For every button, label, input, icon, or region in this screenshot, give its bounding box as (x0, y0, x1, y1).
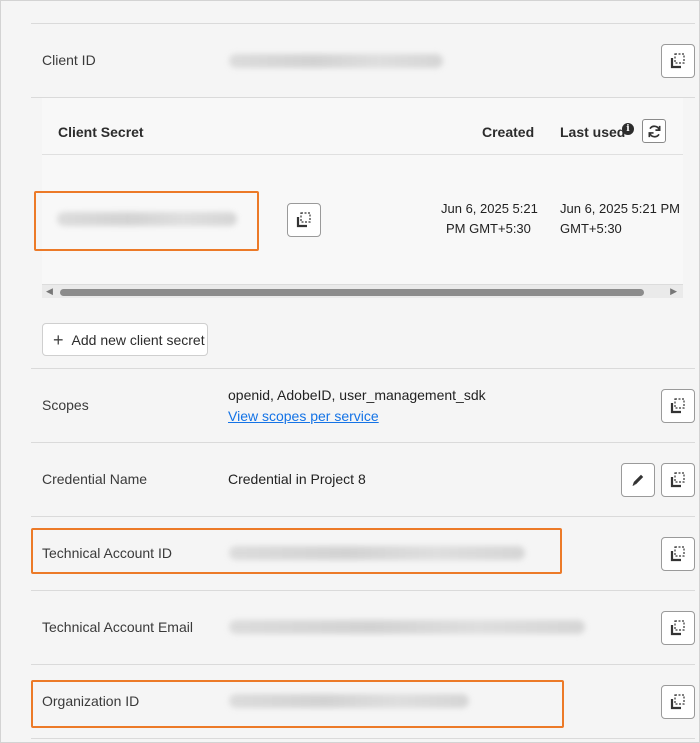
last-used-header: Last used (560, 124, 626, 140)
client-secret-value-redacted (57, 212, 237, 226)
add-new-client-secret-label: Add new client secret (71, 331, 205, 348)
client-id-value-redacted (229, 54, 443, 68)
divider (31, 368, 695, 369)
created-date-line1: Jun 6, 2025 5:21 (441, 201, 538, 216)
technical-account-email-label: Technical Account Email (42, 619, 193, 635)
created-header: Created (482, 124, 535, 140)
horizontal-scrollbar[interactable]: ◀ ▶ (42, 284, 683, 298)
copy-organization-id-button[interactable] (661, 685, 695, 719)
client-id-label: Client ID (42, 52, 96, 68)
divider (31, 664, 695, 665)
divider (31, 590, 695, 591)
technical-account-id-value-redacted (229, 546, 525, 560)
copy-icon (670, 472, 685, 488)
scroll-left-arrow-icon[interactable]: ◀ (46, 286, 53, 297)
technical-account-email-value-redacted (229, 620, 585, 634)
copy-icon (670, 546, 685, 562)
last-used-date-line1: Jun 6, 2025 5:21 PM (560, 201, 680, 216)
refresh-button[interactable] (642, 119, 666, 143)
edit-credential-name-button[interactable] (621, 463, 655, 497)
copy-icon (670, 694, 685, 710)
copy-icon (670, 398, 685, 414)
copy-technical-account-email-button[interactable] (661, 611, 695, 645)
copy-client-secret-button[interactable] (287, 203, 321, 237)
divider (31, 738, 695, 739)
last-used-date-line2: GMT+5:30 (560, 221, 622, 236)
table-header-divider (42, 154, 683, 155)
technical-account-id-label: Technical Account ID (42, 545, 172, 561)
copy-icon (670, 620, 685, 636)
refresh-icon (648, 124, 660, 138)
pencil-icon (632, 474, 644, 486)
divider (31, 516, 695, 517)
client-secret-header: Client Secret (58, 124, 144, 140)
credential-name-label: Credential Name (42, 471, 148, 487)
credential-name-value: Credential in Project 8 (228, 471, 366, 487)
credentials-panel: Client ID Client Secret Created Last use… (0, 0, 700, 743)
copy-icon (296, 212, 311, 228)
copy-credential-name-button[interactable] (661, 463, 695, 497)
copy-icon (670, 53, 685, 69)
info-icon[interactable]: i (622, 123, 634, 135)
organization-id-label: Organization ID (42, 693, 140, 709)
add-new-client-secret-button[interactable]: + Add new client secret (42, 323, 208, 356)
scopes-label: Scopes (42, 397, 89, 413)
scroll-right-arrow-icon[interactable]: ▶ (670, 286, 677, 297)
view-scopes-link[interactable]: View scopes per service (228, 408, 379, 424)
divider (31, 23, 695, 24)
plus-icon: + (53, 329, 64, 350)
created-date-line2: PM GMT+5:30 (446, 221, 531, 236)
copy-scopes-button[interactable] (661, 389, 695, 423)
divider (31, 442, 695, 443)
organization-id-value-redacted (229, 694, 469, 708)
scopes-value: openid, AdobeID, user_management_sdk (228, 387, 486, 403)
copy-technical-account-id-button[interactable] (661, 537, 695, 571)
copy-client-id-button[interactable] (661, 44, 695, 78)
scroll-thumb[interactable] (60, 289, 644, 296)
